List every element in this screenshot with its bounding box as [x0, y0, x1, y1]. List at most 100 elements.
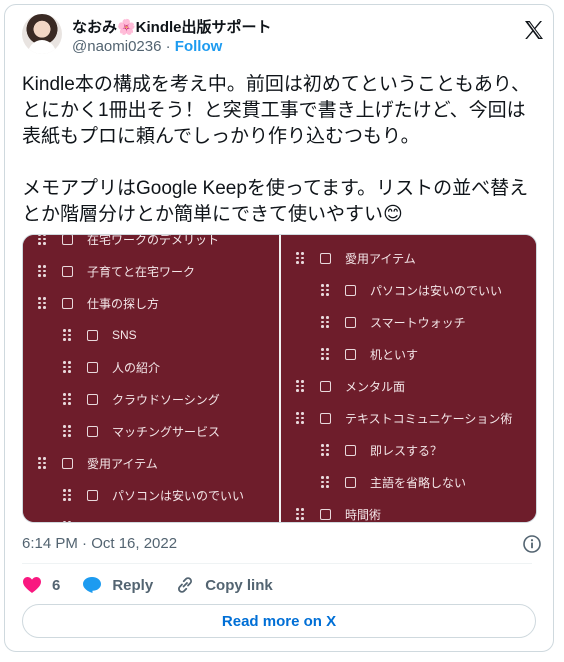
drag-handle-icon [38, 457, 48, 469]
checklist-item: 仕事の探し方 [38, 293, 159, 313]
handle-separator: · [165, 38, 171, 55]
checkbox-icon [320, 508, 331, 520]
checkbox-icon [62, 265, 73, 277]
drag-handle-icon [63, 361, 73, 373]
actions-divider [22, 563, 532, 564]
drag-handle-icon [321, 316, 331, 328]
checklist-item-label: 仕事の探し方 [87, 296, 160, 311]
drag-handle-icon [321, 284, 331, 296]
checklist-item: クラウドソーシング [63, 389, 220, 409]
checkbox-icon [87, 425, 98, 437]
checklist-item-label: 机といす [370, 347, 419, 362]
info-icon[interactable] [522, 534, 542, 554]
follow-button[interactable]: Follow [175, 38, 223, 55]
checkbox-icon [345, 444, 356, 456]
checklist-item: 愛用アイテム [38, 453, 158, 473]
checklist-item-label: パソコンは安いのでいい [370, 283, 503, 298]
checkbox-icon [87, 329, 98, 341]
author-name[interactable]: なおみ🌸Kindle出版サポート [72, 16, 272, 37]
checklist-item: パソコンは安いのでいい [321, 280, 502, 300]
drag-handle-icon [63, 329, 73, 341]
checklist-item-label: マッチングサービス [112, 424, 221, 439]
drag-handle-icon [296, 412, 306, 424]
checklist-item: SNS [63, 325, 137, 345]
tweet-actions: 6 Reply Copy link [22, 575, 295, 595]
checklist-item-label: 在宅ワークのデメリット [87, 235, 220, 247]
reply-button[interactable]: Reply [82, 576, 153, 594]
checkbox-icon [87, 489, 98, 501]
checklist-item-label: スマートウォッチ [112, 519, 208, 523]
tweet-timestamp[interactable]: 6:14 PM · Oct 16, 2022 [22, 535, 177, 552]
drag-handle-icon [321, 476, 331, 488]
checklist-item-label: SNS [112, 328, 137, 342]
tweet-media-image[interactable]: 在宅ワークのデメリット 子育てと在宅ワーク 仕事の探し方 SNS 人の紹介クラウドソーシ… [22, 234, 537, 523]
checklist-item: 主語を省略しない [321, 472, 466, 492]
keep-list-left-panel: 在宅ワークのデメリット 子育てと在宅ワーク 仕事の探し方 SNS 人の紹介クラウドソーシ… [23, 235, 279, 522]
checklist-item: 机といす [321, 344, 418, 364]
checkbox-icon [345, 476, 356, 488]
drag-handle-icon [321, 444, 331, 456]
drag-handle-icon [296, 380, 306, 392]
checklist-item-label: 愛用アイテム [345, 251, 416, 266]
checklist-item: 即レスする？ [321, 440, 442, 460]
checklist-item-label: 主語を省略しない [370, 475, 467, 490]
author-handle[interactable]: @naomi0236 [72, 38, 161, 55]
checklist-item: 時間術 [296, 504, 381, 522]
checklist-item-label: 人の紹介 [112, 360, 161, 375]
checkbox-icon [87, 521, 98, 522]
checkbox-icon [320, 252, 331, 264]
checkbox-icon [345, 316, 356, 328]
drag-handle-icon [63, 489, 73, 501]
reply-label: Reply [112, 576, 154, 594]
checkbox-icon [320, 380, 331, 392]
checklist-item-label: テキストコミュニケーション術 [345, 411, 513, 426]
like-button[interactable]: 6 [22, 576, 60, 594]
checklist-item: スマートウォッチ [63, 517, 208, 522]
checklist-item-label: スマートウォッチ [370, 315, 466, 330]
drag-handle-icon [63, 425, 73, 437]
drag-handle-icon [321, 348, 331, 360]
keep-list-right-panel: 愛用アイテムパソコンは安いのでいい スマートウォッチ 机といすメンタル面テキストコミ… [281, 235, 536, 522]
checklist-item-label: パソコンは安いのでいい [112, 488, 245, 503]
checkbox-icon [62, 297, 73, 309]
checklist-item-label: 愛用アイテム [87, 456, 158, 471]
tweet-text: Kindle本の構成を考え中。前回は初めてということもあり、とにかく1冊出そう！… [22, 74, 531, 225]
checkbox-icon [320, 412, 331, 424]
checklist-item-label: 子育てと在宅ワーク [87, 264, 196, 279]
x-logo-icon[interactable] [522, 18, 546, 42]
drag-handle-icon [38, 297, 48, 309]
checklist-item: マッチングサービス [63, 421, 220, 441]
checklist-item: 愛用アイテム [296, 248, 416, 268]
checklist-item: テキストコミュニケーション術 [296, 408, 512, 428]
checkbox-icon [62, 457, 73, 469]
drag-handle-icon [296, 252, 306, 264]
checklist-item: 人の紹介 [63, 357, 160, 377]
checklist-item: スマートウォッチ [321, 312, 466, 332]
avatar-figure [28, 40, 56, 54]
like-count: 6 [52, 576, 61, 594]
checkbox-icon [345, 348, 356, 360]
checklist-item-label: 時間術 [345, 507, 382, 522]
copy-link-label: Copy link [205, 576, 273, 594]
checkbox-icon [62, 235, 73, 245]
checklist-item-label: メンタル面 [345, 379, 406, 394]
copy-link-button[interactable]: Copy link [175, 576, 273, 594]
reply-bubble-icon [83, 577, 102, 593]
drag-handle-icon [296, 508, 306, 520]
author-avatar[interactable] [22, 14, 62, 54]
checkbox-icon [87, 361, 98, 373]
checklist-item: メンタル面 [296, 376, 405, 396]
checklist-item: 子育てと在宅ワーク [38, 261, 195, 281]
drag-handle-icon [38, 265, 48, 277]
checklist-item-label: クラウドソーシング [112, 392, 220, 407]
checklist-item: 在宅ワークのデメリット [38, 235, 219, 249]
heart-icon [23, 577, 41, 593]
link-icon [178, 577, 193, 593]
author-handle-row: @naomi0236 · Follow [72, 38, 222, 55]
checkbox-icon [87, 393, 98, 405]
read-more-button[interactable]: Read more on X [22, 604, 536, 638]
checklist-item-label: 即レスする？ [370, 443, 443, 458]
checkbox-icon [345, 284, 356, 296]
drag-handle-icon [38, 235, 48, 245]
drag-handle-icon [63, 521, 73, 522]
